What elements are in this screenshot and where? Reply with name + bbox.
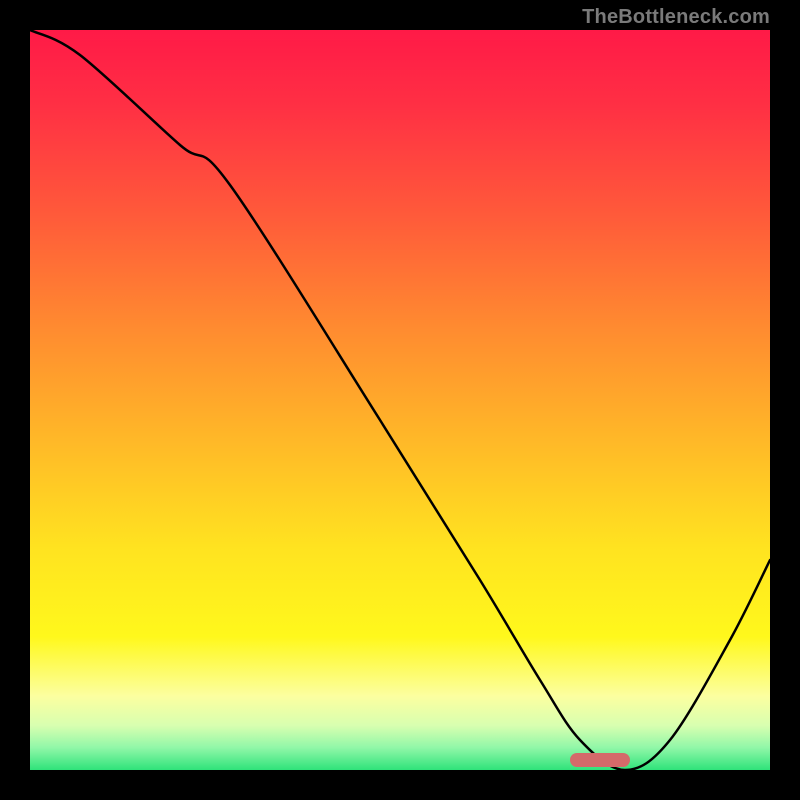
plot-area xyxy=(30,30,770,770)
watermark-text: TheBottleneck.com xyxy=(582,6,770,29)
gradient-background xyxy=(30,30,770,770)
optimal-marker xyxy=(570,753,630,767)
chart-frame: TheBottleneck.com xyxy=(0,0,800,800)
chart-svg xyxy=(30,30,770,770)
